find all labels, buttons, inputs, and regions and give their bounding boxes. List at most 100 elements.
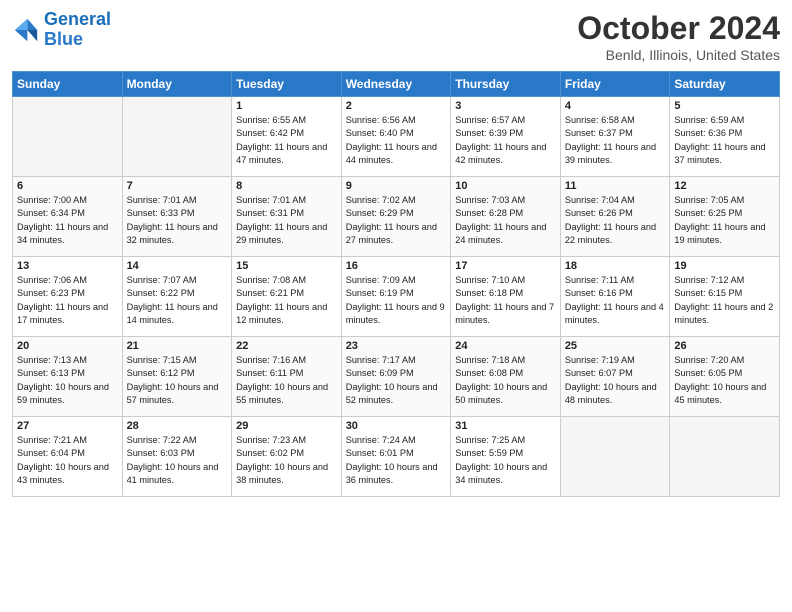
sunset-label: Sunset: 6:01 PM: [346, 448, 414, 458]
sunset-label: Sunset: 6:12 PM: [127, 368, 195, 378]
sunrise-label: Sunrise: 7:04 AM: [565, 195, 635, 205]
sunset-label: Sunset: 6:42 PM: [236, 128, 304, 138]
daylight-label: Daylight: 11 hours and 7 minutes.: [455, 302, 554, 325]
sunrise-label: Sunrise: 7:25 AM: [455, 435, 525, 445]
calendar-cell: 4 Sunrise: 6:58 AMSunset: 6:37 PMDaylight…: [560, 97, 670, 177]
daylight-label: Daylight: 11 hours and 22 minutes.: [565, 222, 656, 245]
daylight-label: Daylight: 11 hours and 42 minutes.: [455, 142, 546, 165]
calendar-cell: 27Sunrise: 7:21 AMSunset: 6:04 PMDayligh…: [13, 417, 123, 497]
calendar-cell: [13, 97, 123, 177]
day-info: Sunrise: 7:21 AMSunset: 6:04 PMDaylight:…: [17, 434, 118, 487]
daylight-label: Daylight: 10 hours and 59 minutes.: [17, 382, 109, 405]
day-info: Sunrise: 7:24 AMSunset: 6:01 PMDaylight:…: [346, 434, 447, 487]
calendar-cell: 15 Sunrise: 7:08 AM Sunset: 6:21 PM Dayligh…: [232, 257, 342, 337]
day-info: Sunrise: 7:25 AMSunset: 5:59 PMDaylight:…: [455, 434, 556, 487]
daylight-label: Daylight: 11 hours and 44 minutes.: [346, 142, 437, 165]
sunset-label: Sunset: 6:37 PM: [565, 128, 633, 138]
sunrise-label: Sunrise: 7:22 AM: [127, 435, 197, 445]
sunrise-label: Sunrise: 7:01 AM: [127, 195, 197, 205]
sunset-label: Sunset: 6:21 PM: [236, 288, 304, 298]
daylight-label: Daylight: 11 hours and 17 minutes.: [17, 302, 108, 325]
sunrise-label: Sunrise: 7:06 AM: [17, 275, 87, 285]
sunrise-label: Sunrise: 7:08 AM: [236, 275, 306, 285]
day-number: 30: [346, 420, 447, 432]
day-number: 29: [236, 420, 337, 432]
day-number: 14: [127, 260, 228, 272]
day-info: Sunrise: 7:01 AMSunset: 6:31 PMDaylight:…: [236, 194, 337, 247]
week-row-1: 1Sunrise: 6:55 AMSunset: 6:42 PMDaylight…: [13, 97, 780, 177]
daylight-label: Daylight: 11 hours and 37 minutes.: [674, 142, 765, 165]
sunrise-label: Sunrise: 7:23 AM: [236, 435, 306, 445]
day-info: Sunrise: 6:59 AMSunset: 6:36 PMDaylight:…: [674, 114, 775, 167]
day-info: Sunrise: 6:57 AMSunset: 6:39 PMDaylight:…: [455, 114, 556, 167]
sunset-label: Sunset: 6:31 PM: [236, 208, 304, 218]
weekday-header-sunday: Sunday: [13, 72, 123, 97]
day-info: Sunrise: 7:09 AMSunset: 6:19 PMDaylight:…: [346, 274, 447, 327]
day-info: Sunrise: 7:15 AMSunset: 6:12 PMDaylight:…: [127, 354, 228, 407]
calendar-cell: 29Sunrise: 7:23 AMSunset: 6:02 PMDayligh…: [232, 417, 342, 497]
title-block: October 2024 Benld, Illinois, United Sta…: [577, 10, 780, 63]
sunrise-label: Sunrise: 7:13 AM: [17, 355, 87, 365]
daylight-label: Daylight: 11 hours and 29 minutes.: [236, 222, 327, 245]
day-info: Sunrise: 7:20 AMSunset: 6:05 PMDaylight:…: [674, 354, 775, 407]
day-number: 24: [455, 340, 556, 352]
day-number: 4: [565, 100, 666, 112]
calendar-cell: 13Sunrise: 7:06 AMSunset: 6:23 PMDayligh…: [13, 257, 123, 337]
calendar-subtitle: Benld, Illinois, United States: [577, 47, 780, 63]
sunset-label: Sunset: 6:08 PM: [455, 368, 523, 378]
sunset-label: Sunset: 6:23 PM: [17, 288, 85, 298]
sunrise-label: Sunrise: 7:05 AM: [674, 195, 744, 205]
weekday-header-thursday: Thursday: [451, 72, 561, 97]
day-number: 18: [565, 260, 666, 272]
calendar-cell: 17Sunrise: 7:10 AMSunset: 6:18 PMDayligh…: [451, 257, 561, 337]
sunrise-label: Sunrise: 7:15 AM: [127, 355, 197, 365]
daylight-label: Daylight: 11 hours and 24 minutes.: [455, 222, 546, 245]
day-number: 31: [455, 420, 556, 432]
day-number: 1: [236, 100, 337, 112]
day-info: Sunrise: 7:13 AMSunset: 6:13 PMDaylight:…: [17, 354, 118, 407]
calendar-cell: 20Sunrise: 7:13 AMSunset: 6:13 PMDayligh…: [13, 337, 123, 417]
calendar-cell: 11Sunrise: 7:04 AMSunset: 6:26 PMDayligh…: [560, 177, 670, 257]
daylight-label: Daylight: 10 hours and 50 minutes.: [455, 382, 547, 405]
day-info: Sunrise: 7:22 AMSunset: 6:03 PMDaylight:…: [127, 434, 228, 487]
calendar-cell: 28 Sunrise: 7:22 AMSunset: 6:03 PMDayligh…: [122, 417, 232, 497]
daylight-label: Daylight: 10 hours and 45 minutes.: [674, 382, 766, 405]
daylight-label: Daylight: 10 hours and 48 minutes.: [565, 382, 657, 405]
daylight-label: Daylight: 11 hours and 4 minutes.: [565, 302, 664, 325]
sunset-label: Sunset: 6:19 PM: [346, 288, 414, 298]
day-number: 15: [236, 260, 337, 272]
sunset-label: Sunset: 6:07 PM: [565, 368, 633, 378]
week-row-5: 27Sunrise: 7:21 AMSunset: 6:04 PMDayligh…: [13, 417, 780, 497]
day-info: Sunrise: 7:17 AMSunset: 6:09 PMDaylight:…: [346, 354, 447, 407]
day-number: 28: [127, 420, 228, 432]
calendar-table: SundayMondayTuesdayWednesdayThursdayFrid…: [12, 71, 780, 497]
header: General Blue October 2024 Benld, Illinoi…: [12, 10, 780, 63]
calendar-cell: 5Sunrise: 6:59 AMSunset: 6:36 PMDaylight…: [670, 97, 780, 177]
sunrise-label: Sunrise: 7:02 AM: [346, 195, 416, 205]
sunrise-label: Sunrise: 7:12 AM: [674, 275, 744, 285]
daylight-label: Daylight: 11 hours and 14 minutes.: [127, 302, 218, 325]
daylight-label: Daylight: 10 hours and 38 minutes.: [236, 462, 328, 485]
day-info: Sunrise: 6:58 AMSunset: 6:37 PMDaylight:…: [565, 114, 666, 167]
calendar-cell: [122, 97, 232, 177]
logo-general: General: [44, 9, 111, 29]
sunset-label: Sunset: 6:16 PM: [565, 288, 633, 298]
day-info: Sunrise: 7:04 AMSunset: 6:26 PMDaylight:…: [565, 194, 666, 247]
sunset-label: Sunset: 6:18 PM: [455, 288, 523, 298]
logo-text: General Blue: [44, 10, 111, 50]
calendar-cell: 6Sunrise: 7:00 AMSunset: 6:34 PMDaylight…: [13, 177, 123, 257]
day-info: Sunrise: 7:03 AMSunset: 6:28 PMDaylight:…: [455, 194, 556, 247]
calendar-cell: 9Sunrise: 7:02 AMSunset: 6:29 PMDaylight…: [341, 177, 451, 257]
day-number: 26: [674, 340, 775, 352]
day-number: 2: [346, 100, 447, 112]
day-info: Sunrise: 7:00 AMSunset: 6:34 PMDaylight:…: [17, 194, 118, 247]
daylight-label: Daylight: 10 hours and 52 minutes.: [346, 382, 438, 405]
daylight-label: Daylight: 10 hours and 34 minutes.: [455, 462, 547, 485]
day-number: 19: [674, 260, 775, 272]
sunset-label: Sunset: 6:34 PM: [17, 208, 85, 218]
daylight-label: Daylight: 11 hours and 39 minutes.: [565, 142, 656, 165]
calendar-cell: 30 Sunrise: 7:24 AMSunset: 6:01 PMDayligh…: [341, 417, 451, 497]
daylight-label: Daylight: 11 hours and 47 minutes.: [236, 142, 327, 165]
calendar-cell: 23Sunrise: 7:17 AMSunset: 6:09 PMDayligh…: [341, 337, 451, 417]
daylight-label: Daylight: 11 hours and 12 minutes.: [236, 302, 327, 325]
